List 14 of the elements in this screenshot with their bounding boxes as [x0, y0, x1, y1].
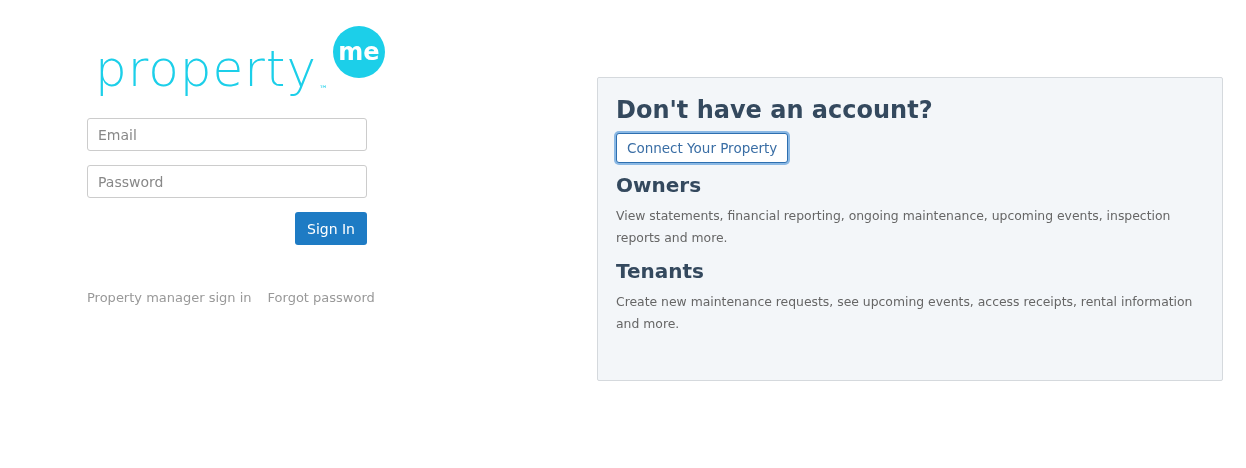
logo-badge: me — [333, 26, 385, 78]
section-heading: Owners — [616, 173, 703, 197]
input-field[interactable]: Password — [87, 165, 367, 198]
link[interactable]: Property manager sign in — [87, 290, 252, 305]
connect-property-button[interactable]: Connect Your Property — [616, 133, 789, 163]
link[interactable]: Forgot password — [267, 290, 375, 305]
logo-wordmark: property — [95, 44, 318, 100]
section-description: Create new maintenance requests, see upcoming events, access receipts, rental information and more. — [616, 293, 1194, 333]
section-heading: Tenants — [616, 259, 705, 283]
trademark-sign: ™ — [319, 84, 329, 94]
input-field[interactable]: Email — [87, 118, 367, 151]
section-description: View statements, financial reporting, ongoing maintenance, upcoming events, inspection reports and more. — [616, 207, 1172, 247]
sign-in-button[interactable]: Sign In — [295, 212, 367, 245]
panel-title: Don't have an account? — [616, 96, 934, 124]
